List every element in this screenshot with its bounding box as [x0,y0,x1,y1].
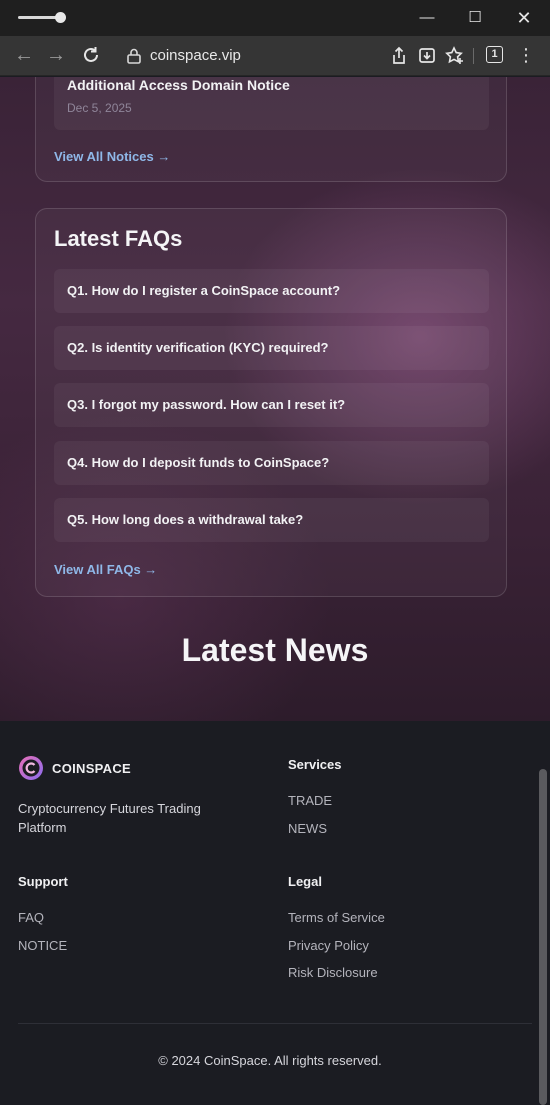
footer-tagline: Cryptocurrency Futures Trading Platform [18,801,201,835]
faq-item[interactable]: Q5. How long does a withdrawal take? [54,498,489,542]
notice-date: Dec 5, 2025 [67,101,132,115]
faq-item[interactable]: Q1. How do I register a CoinSpace accoun… [54,269,489,313]
faq-item[interactable]: Q2. Is identity verification (KYC) requi… [54,326,489,370]
latest-news-heading: Latest News [181,632,369,668]
footer-link-faq[interactable]: FAQ [18,910,44,925]
faqs-card: Latest FAQs Q1. How do I register a Coin… [35,208,507,597]
more-vert-icon[interactable]: ⋮ [516,44,536,68]
toolbar-divider [473,48,474,64]
faqs-heading: Latest FAQs [54,226,183,251]
view-all-notices-link[interactable]: View All Notices → [54,149,170,164]
page-viewport: Additional Access Domain Notice Dec 5, 2… [0,77,550,1105]
services-heading: Services [288,757,342,772]
footer-link-news[interactable]: NEWS [288,821,327,836]
browser-toolbar: ← → coinspace.vip 1 ⋮ [0,36,550,76]
footer-link-trade[interactable]: TRADE [288,793,332,808]
share-icon[interactable] [388,45,410,67]
coinspace-logo-icon[interactable] [18,755,44,781]
star-add-icon[interactable] [444,45,466,67]
footer-brand[interactable]: COINSPACE [52,761,131,776]
zoom-slider-track[interactable] [18,16,58,19]
footer-link-notice[interactable]: NOTICE [18,938,67,953]
legal-heading: Legal [288,874,322,889]
site-info-icon[interactable] [124,46,144,66]
footer-link-privacy[interactable]: Privacy Policy [288,938,369,953]
faq-item[interactable]: Q3. I forgot my password. How can I rese… [54,383,489,427]
arrow-left-icon[interactable]: ← [12,44,36,68]
faq-question: Q3. I forgot my password. How can I rese… [67,397,346,412]
footer-link-risk[interactable]: Risk Disclosure [288,965,378,980]
install-app-icon[interactable] [416,45,438,67]
faq-question: Q1. How do I register a CoinSpace accoun… [67,283,341,298]
tab-count-button[interactable]: 1 [486,46,503,63]
notice-title: Additional Access Domain Notice [67,77,290,93]
faq-item[interactable]: Q4. How do I deposit funds to CoinSpace? [54,441,489,485]
faq-question: Q4. How do I deposit funds to CoinSpace? [67,455,330,470]
support-heading: Support [18,874,68,889]
minimize-icon[interactable]: — [415,6,439,30]
footer-link-terms[interactable]: Terms of Service [288,910,385,925]
zoom-slider-knob[interactable] [55,12,66,23]
view-all-faqs-link[interactable]: View All FAQs → [54,562,157,577]
copyright-text: © 2024 CoinSpace. All rights reserved. [158,1053,382,1068]
arrow-right-icon[interactable]: → [44,44,68,68]
page-scrollbar[interactable] [539,769,547,1105]
close-icon[interactable]: ✕ [512,6,536,30]
maximize-icon[interactable]: ☐ [463,6,487,30]
site-footer: COINSPACE Cryptocurrency Futures Trading… [0,721,550,1105]
faq-question: Q2. Is identity verification (KYC) requi… [67,340,329,355]
address-bar[interactable]: coinspace.vip [150,47,241,64]
reload-icon[interactable] [79,44,103,68]
notice-item[interactable]: Additional Access Domain Notice Dec 5, 2… [54,77,489,130]
footer-divider [18,1023,532,1024]
faq-question: Q5. How long does a withdrawal take? [67,512,304,527]
notices-card: Additional Access Domain Notice Dec 5, 2… [35,77,507,182]
window-titlebar: — ☐ ✕ [0,0,550,36]
